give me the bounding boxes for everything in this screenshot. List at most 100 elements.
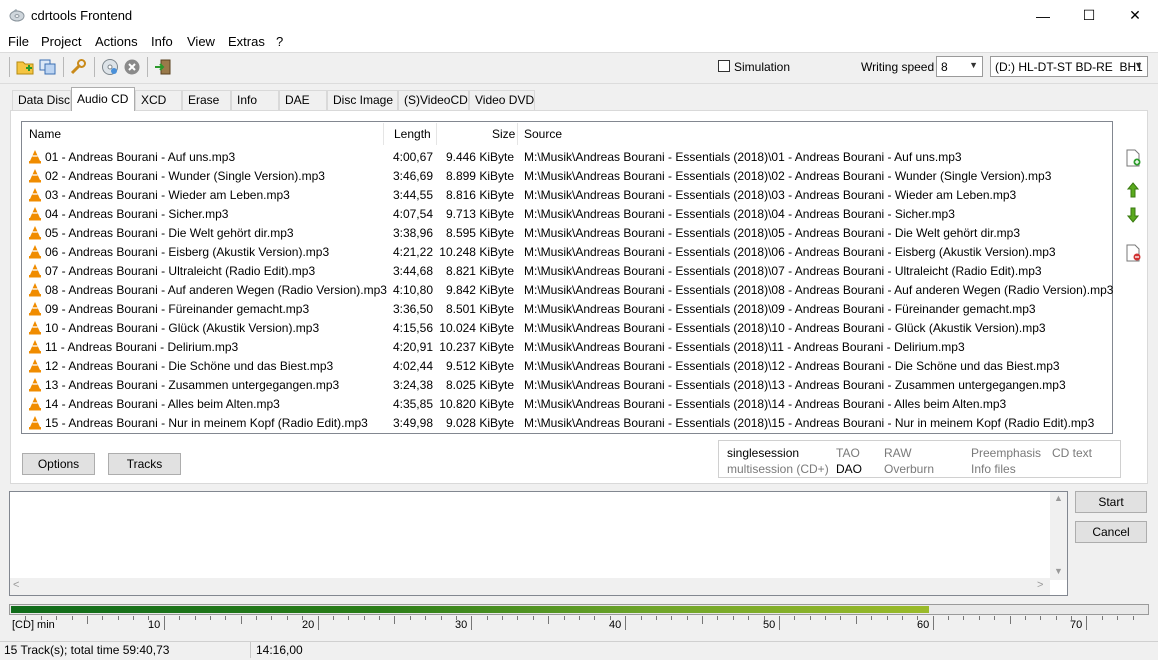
column-header-name[interactable]: Name xyxy=(29,127,61,141)
menu-actions[interactable]: Actions xyxy=(95,34,138,49)
capacity-minor-tick xyxy=(871,616,872,620)
stop-button[interactable] xyxy=(122,57,142,77)
tab-disc-image[interactable]: Disc Image xyxy=(327,90,398,110)
options-button[interactable]: Options xyxy=(22,453,95,475)
tab-audio-cd[interactable]: Audio CD xyxy=(71,87,135,111)
track-row[interactable]: 10 - Andreas Bourani - Glück (Akustik Ve… xyxy=(22,318,1112,337)
track-size: 8.899 KiByte xyxy=(445,169,514,183)
capacity-major-tick xyxy=(164,616,165,630)
tab-svideocd[interactable]: (S)VideoCD xyxy=(398,90,469,110)
menu-help[interactable]: ? xyxy=(276,34,283,49)
track-row[interactable]: 15 - Andreas Bourani - Nur in meinem Kop… xyxy=(22,413,1112,432)
writing-speed-select[interactable]: 8 ▼ xyxy=(936,56,983,77)
track-size: 9.512 KiByte xyxy=(445,359,514,373)
track-length: 4:00,67 xyxy=(392,150,433,164)
track-row[interactable]: 14 - Andreas Bourani - Alles beim Alten.… xyxy=(22,394,1112,413)
track-row[interactable]: 06 - Andreas Bourani - Eisberg (Akustik … xyxy=(22,242,1112,261)
track-name: 15 - Andreas Bourani - Nur in meinem Kop… xyxy=(45,416,368,430)
column-divider[interactable] xyxy=(436,123,437,145)
scroll-down-icon[interactable]: ▼ xyxy=(1054,566,1063,576)
tab-dae[interactable]: DAE xyxy=(279,90,327,110)
capacity-minor-tick xyxy=(517,616,518,620)
column-divider[interactable] xyxy=(517,123,518,145)
tab-data-disc[interactable]: Data Disc xyxy=(12,90,71,110)
capacity-minor-tick xyxy=(748,616,749,620)
minimize-button[interactable]: — xyxy=(1020,0,1066,31)
tab-erase[interactable]: Erase xyxy=(182,90,231,110)
track-source: M:\Musik\Andreas Bourani - Essentials (2… xyxy=(524,169,1052,183)
track-source: M:\Musik\Andreas Bourani - Essentials (2… xyxy=(524,378,1066,392)
track-row[interactable]: 02 - Andreas Bourani - Wunder (Single Ve… xyxy=(22,166,1112,185)
capacity-minor-tick xyxy=(287,616,288,620)
track-row[interactable]: 11 - Andreas Bourani - Delirium.mp3 4:20,… xyxy=(22,337,1112,356)
move-down-button[interactable] xyxy=(1123,205,1143,225)
move-up-button[interactable] xyxy=(1123,180,1143,200)
track-row[interactable]: 13 - Andreas Bourani - Zusammen untergeg… xyxy=(22,375,1112,394)
tab-video-dvd[interactable]: Video DVD xyxy=(469,90,535,110)
settings-button[interactable] xyxy=(68,57,88,77)
scroll-up-icon[interactable]: ▲ xyxy=(1054,493,1063,503)
writing-speed-label: Writing speed xyxy=(861,60,935,74)
scroll-left-icon[interactable]: < xyxy=(13,579,19,591)
track-name: 08 - Andreas Bourani - Auf anderen Wegen… xyxy=(45,283,387,297)
option-dao: DAO xyxy=(836,462,863,476)
remove-track-button[interactable] xyxy=(1123,243,1143,263)
track-row[interactable]: 01 - Andreas Bourani - Auf uns.mp3 4:00,6… xyxy=(22,147,1112,166)
capacity-minor-tick xyxy=(856,616,857,624)
track-name: 11 - Andreas Bourani - Delirium.mp3 xyxy=(45,340,239,354)
output-horizontal-scrollbar[interactable] xyxy=(10,578,1050,595)
track-source: M:\Musik\Andreas Bourani - Essentials (2… xyxy=(524,321,1046,335)
file-remove-icon xyxy=(1126,244,1141,262)
wrench-icon xyxy=(70,59,86,75)
start-button[interactable]: Start xyxy=(1075,491,1147,513)
track-size: 9.446 KiByte xyxy=(445,150,514,164)
tracks-button[interactable]: Tracks xyxy=(108,453,181,475)
menu-extras[interactable]: Extras xyxy=(228,34,265,49)
scroll-right-icon[interactable]: > xyxy=(1037,579,1043,591)
track-size: 10.820 KiByte xyxy=(439,397,514,411)
vlc-cone-icon xyxy=(29,207,41,221)
drive-select[interactable]: (D:) HL-DT-ST BD-RE BH1 ▼ xyxy=(990,56,1148,77)
disc-info-button[interactable] xyxy=(100,57,120,77)
copy-files-button[interactable] xyxy=(38,57,58,77)
add-track-button[interactable] xyxy=(1123,148,1143,168)
cancel-button[interactable]: Cancel xyxy=(1075,521,1147,543)
menu-info[interactable]: Info xyxy=(151,34,173,49)
track-size: 10.237 KiByte xyxy=(439,340,514,354)
minimize-icon: — xyxy=(1036,7,1050,24)
menu-project[interactable]: Project xyxy=(41,34,81,49)
column-divider[interactable] xyxy=(383,123,384,145)
track-row[interactable]: 09 - Andreas Bourani - Füreinander gemac… xyxy=(22,299,1112,318)
capacity-minor-tick xyxy=(702,616,703,624)
menu-file[interactable]: File xyxy=(8,34,29,49)
track-row[interactable]: 08 - Andreas Bourani - Auf anderen Wegen… xyxy=(22,280,1113,299)
column-header-source[interactable]: Source xyxy=(524,127,562,141)
track-source: M:\Musik\Andreas Bourani - Essentials (2… xyxy=(524,397,1007,411)
exit-button[interactable] xyxy=(153,57,173,77)
column-header-length[interactable]: Length xyxy=(394,127,431,141)
menu-view[interactable]: View xyxy=(187,34,215,49)
track-source: M:\Musik\Andreas Bourani - Essentials (2… xyxy=(524,416,1095,430)
capacity-minor-tick xyxy=(687,616,688,620)
track-row[interactable]: 05 - Andreas Bourani - Die Welt gehört d… xyxy=(22,223,1112,242)
tab-info[interactable]: Info xyxy=(231,90,279,110)
capacity-unit-label: [CD] min xyxy=(12,619,55,631)
column-header-size[interactable]: Size xyxy=(492,127,515,141)
capacity-minor-tick xyxy=(810,616,811,620)
capacity-minor-tick xyxy=(1117,616,1118,620)
track-row[interactable]: 03 - Andreas Bourani - Wieder am Leben.m… xyxy=(22,185,1112,204)
tab-xcd[interactable]: XCD xyxy=(135,90,182,110)
capacity-tick-label: 70 xyxy=(1070,619,1083,631)
track-name: 01 - Andreas Bourani - Auf uns.mp3 xyxy=(45,150,236,164)
track-length: 4:21,22 xyxy=(392,245,433,259)
capacity-major-tick xyxy=(933,616,934,630)
add-files-button[interactable] xyxy=(15,57,35,77)
maximize-button[interactable]: ☐ xyxy=(1066,0,1112,31)
simulation-checkbox[interactable] xyxy=(718,60,730,72)
track-row[interactable]: 04 - Andreas Bourani - Sicher.mp3 4:07,54… xyxy=(22,204,1112,223)
arrow-down-icon xyxy=(1127,207,1139,223)
track-row[interactable]: 07 - Andreas Bourani - Ultraleicht (Radi… xyxy=(22,261,1112,280)
close-button[interactable]: ✕ xyxy=(1112,0,1158,31)
track-row[interactable]: 12 - Andreas Bourani - Die Schöne und da… xyxy=(22,356,1112,375)
track-length: 3:36,50 xyxy=(392,302,433,316)
